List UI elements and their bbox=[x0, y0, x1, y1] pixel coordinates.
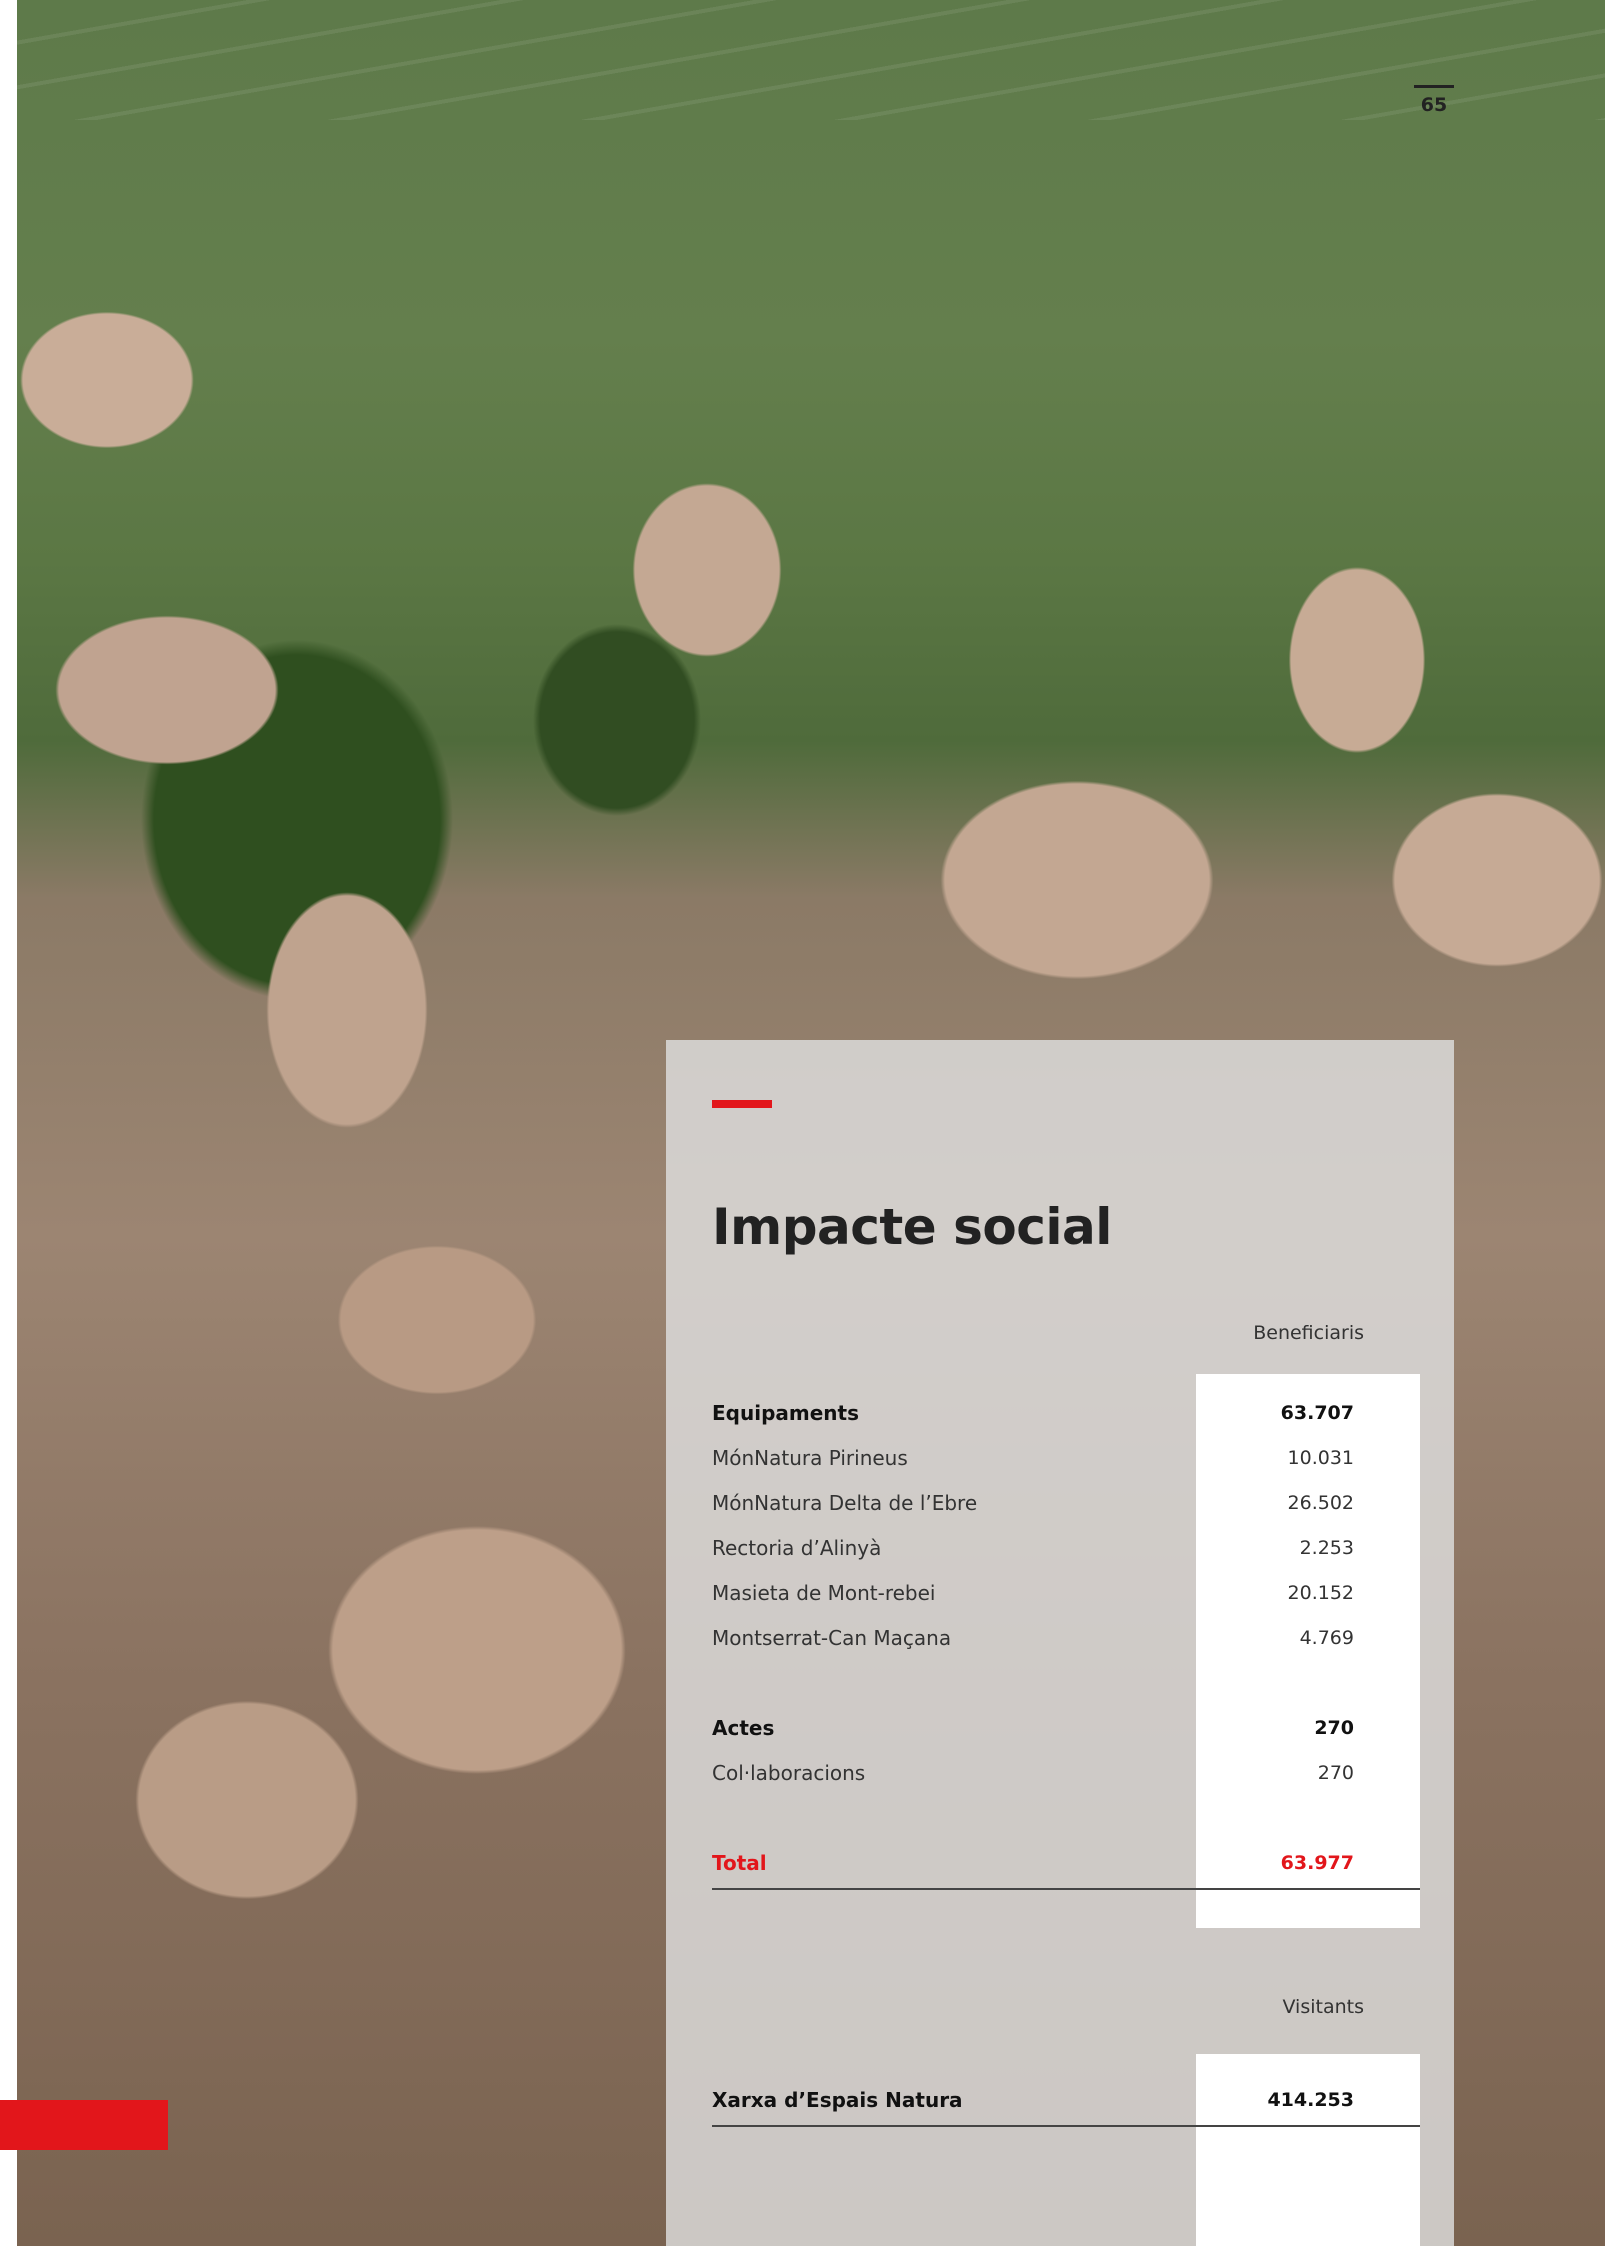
title-accent-bar bbox=[712, 1100, 772, 1108]
row-value: 270 bbox=[1317, 1762, 1354, 1784]
row-label: Col·laboracions bbox=[712, 1761, 866, 1785]
row-value: 270 bbox=[1314, 1717, 1354, 1739]
row-label: Rectoria d’Alinyà bbox=[712, 1536, 882, 1560]
total-label: Total bbox=[712, 1851, 767, 1875]
row-value: 20.152 bbox=[1287, 1582, 1354, 1604]
page-number-rule bbox=[1414, 85, 1454, 88]
row-value: 414.253 bbox=[1267, 2089, 1354, 2111]
row-value: 26.502 bbox=[1287, 1492, 1354, 1514]
table-row: Masieta de Mont-rebei 20.152 bbox=[712, 1575, 1420, 1611]
beneficiaris-column-header: Beneficiaris bbox=[1253, 1322, 1364, 1344]
table-row: MónNatura Delta de l’Ebre 26.502 bbox=[712, 1485, 1420, 1521]
row-label: Equipaments bbox=[712, 1401, 859, 1425]
row-label: Masieta de Mont-rebei bbox=[712, 1581, 936, 1605]
section-row-actes: Actes 270 bbox=[712, 1710, 1420, 1746]
row-label: Actes bbox=[712, 1716, 775, 1740]
row-value: 63.707 bbox=[1280, 1402, 1354, 1424]
row-value: 2.253 bbox=[1299, 1537, 1354, 1559]
table-row: MónNatura Pirineus 10.031 bbox=[712, 1440, 1420, 1476]
red-edge-tab bbox=[0, 2100, 168, 2150]
impact-panel: Impacte social Beneficiaris Equipaments … bbox=[666, 1040, 1454, 2246]
row-label: MónNatura Pirineus bbox=[712, 1446, 908, 1470]
total-value: 63.977 bbox=[1280, 1852, 1354, 1874]
section-row-equipaments: Equipaments 63.707 bbox=[712, 1395, 1420, 1431]
panel-title: Impacte social bbox=[712, 1198, 1112, 1256]
table-row: Rectoria d’Alinyà 2.253 bbox=[712, 1530, 1420, 1566]
visitants-column-header: Visitants bbox=[1282, 1996, 1364, 2018]
page-number-block: 65 bbox=[1414, 85, 1454, 116]
total-rule bbox=[712, 1888, 1420, 1890]
total-row: Total 63.977 bbox=[712, 1845, 1420, 1881]
page-number: 65 bbox=[1420, 94, 1448, 116]
visitants-row: Xarxa d’Espais Natura 414.253 bbox=[712, 2082, 1420, 2118]
row-label: MónNatura Delta de l’Ebre bbox=[712, 1491, 978, 1515]
row-label: Xarxa d’Espais Natura bbox=[712, 2088, 963, 2112]
visitants-rule bbox=[712, 2125, 1420, 2127]
table-row: Montserrat-Can Maçana 4.769 bbox=[712, 1620, 1420, 1656]
row-value: 4.769 bbox=[1299, 1627, 1354, 1649]
row-value: 10.031 bbox=[1287, 1447, 1354, 1469]
table-row: Col·laboracions 270 bbox=[712, 1755, 1420, 1791]
row-label: Montserrat-Can Maçana bbox=[712, 1626, 952, 1650]
